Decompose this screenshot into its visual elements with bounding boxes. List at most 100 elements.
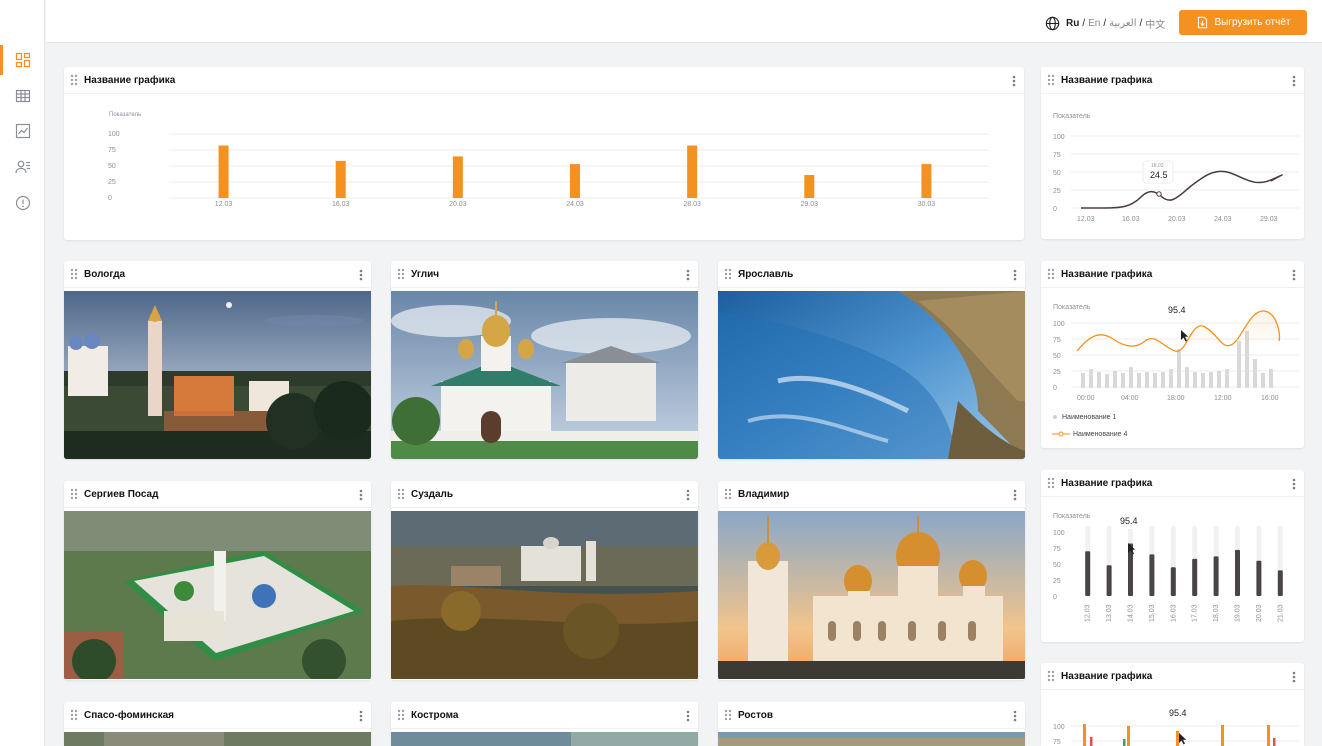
widget-vertical-bars: Название графика Показатель 100 75 50 25… [1041, 470, 1304, 642]
more-options-icon[interactable] [686, 269, 690, 281]
tooltip-value: 24.5 [1150, 170, 1168, 180]
drag-handle-icon[interactable] [397, 488, 405, 500]
more-options-icon[interactable] [359, 710, 363, 722]
globe-icon [1045, 16, 1060, 30]
sidebar-item-users[interactable] [0, 152, 45, 182]
more-options-icon[interactable] [1013, 269, 1017, 281]
export-report-button[interactable]: Выгрузить отчёт [1179, 10, 1307, 35]
card-title: Название графика [1061, 268, 1153, 280]
table-icon [15, 89, 30, 103]
y-tick: 50 [1053, 170, 1061, 177]
lang-ar[interactable]: العربية [1109, 18, 1136, 29]
card-header: Сергиев Посад [64, 481, 371, 508]
city-card-suzdal[interactable]: Суздаль [391, 481, 698, 680]
legend-marker [1053, 415, 1057, 419]
card-header: Название графика [1041, 470, 1304, 497]
sidebar-item-dashboard[interactable] [0, 45, 45, 75]
lang-ru[interactable]: Ru [1066, 18, 1079, 29]
drag-handle-icon[interactable] [724, 709, 732, 721]
hover-point[interactable] [1156, 191, 1162, 197]
y-tick: 100 [1053, 321, 1065, 328]
city-photo [391, 511, 698, 679]
tooltip: 18.03 24.5 [1142, 160, 1174, 184]
city-name: Спасо-фоминская [84, 709, 174, 721]
more-options-icon[interactable] [359, 489, 363, 501]
x-tick: 16.03 [1170, 604, 1177, 622]
y-ticks: 100 75 50 25 0 [1053, 134, 1065, 213]
city-card-kostroma[interactable]: Кострома [391, 702, 698, 746]
legend-label: Наименование 4 [1073, 431, 1127, 438]
widget-combo-chart: Название графика Показатель 100 75 50 25… [1041, 261, 1304, 448]
x-tick: 19.03 [1235, 604, 1242, 622]
widget-bars-partial: Название графика 100 75 95.4 [1041, 663, 1304, 746]
bar [1256, 560, 1262, 596]
tooltip-value: 95.4 [1169, 708, 1187, 718]
x-tick: 12.03 [215, 201, 233, 208]
more-options-icon[interactable] [359, 269, 363, 281]
drag-handle-icon[interactable] [1047, 670, 1055, 682]
main-bar-chart: Показатель 100 75 50 25 0 12.03 16.03 20.03 24.03… [108, 112, 989, 208]
more-options-icon[interactable] [1012, 75, 1016, 87]
more-options-icon[interactable] [1013, 489, 1017, 501]
card-header: Название графика [64, 67, 1024, 94]
more-options-icon[interactable] [1292, 75, 1296, 87]
city-card-rostov[interactable]: Ростов [718, 702, 1025, 746]
x-tick: 24.03 [1214, 216, 1232, 223]
x-tick: 00:00 [1077, 395, 1095, 402]
y-tick: 75 [108, 147, 116, 154]
drag-handle-icon[interactable] [70, 709, 78, 721]
drag-handle-icon[interactable] [70, 268, 78, 280]
combo-chart: Показатель 100 75 50 25 0 95.4 00:00 04:… [1052, 302, 1299, 438]
more-options-icon[interactable] [1292, 671, 1296, 683]
more-options-icon[interactable] [1013, 710, 1017, 722]
y-tick: 100 [108, 131, 120, 138]
city-photo [64, 511, 371, 679]
x-tick: 17.03 [1192, 604, 1199, 622]
city-card-yaroslavl[interactable]: Ярославль [718, 261, 1025, 459]
city-card-spaso-fominskaya[interactable]: Спасо-фоминская [64, 702, 371, 746]
drag-handle-icon[interactable] [70, 488, 78, 500]
y-tick: 100 [1053, 134, 1065, 141]
more-options-icon[interactable] [686, 710, 690, 722]
more-options-icon[interactable] [1292, 478, 1296, 490]
drag-handle-icon[interactable] [1047, 74, 1055, 86]
drag-handle-icon[interactable] [70, 74, 78, 86]
x-tick: 21.03 [1277, 604, 1284, 622]
x-tick: 12.03 [1077, 216, 1095, 223]
drag-handle-icon[interactable] [1047, 477, 1055, 489]
bar [1085, 551, 1091, 596]
city-card-vladimir[interactable]: Владимир [718, 481, 1025, 680]
sidebar-item-alerts[interactable] [0, 188, 45, 218]
drag-handle-icon[interactable] [724, 268, 732, 280]
x-tick: 20.03 [449, 201, 467, 208]
sidebar-item-table[interactable] [0, 81, 45, 111]
bar [1277, 570, 1283, 596]
lang-en[interactable]: En [1088, 18, 1100, 29]
card-title: Название графика [1061, 477, 1153, 489]
y-ticks: 100 75 50 25 0 [1053, 321, 1065, 392]
city-card-vologda[interactable]: Вологда [64, 261, 371, 459]
drag-handle-icon[interactable] [397, 709, 405, 721]
bar [1106, 565, 1112, 596]
x-tick: 04:00 [1121, 395, 1139, 402]
drag-handle-icon[interactable] [724, 488, 732, 500]
x-tick: 29.03 [1260, 216, 1278, 223]
y-tick: 25 [1053, 188, 1061, 195]
more-options-icon[interactable] [686, 489, 690, 501]
city-name: Углич [411, 268, 440, 280]
drag-handle-icon[interactable] [1047, 268, 1055, 280]
y-tick: 0 [1053, 594, 1057, 601]
card-title: Название графика [1061, 74, 1153, 86]
card-title: Название графика [1061, 670, 1153, 682]
y-tick: 75 [1053, 546, 1061, 553]
y-tick: 0 [1053, 385, 1057, 392]
lang-zh[interactable]: 中文 [1145, 16, 1165, 31]
y-tick: 75 [1053, 152, 1061, 159]
more-options-icon[interactable] [1292, 269, 1296, 281]
city-card-sergiev-posad[interactable]: Сергиев Посад [64, 481, 371, 680]
sidebar-item-analytics[interactable] [0, 116, 45, 146]
main-chart-card: Название графика Показатель 100 75 50 25 0 12.… [64, 67, 1024, 240]
gridlines [1071, 135, 1299, 209]
drag-handle-icon[interactable] [397, 268, 405, 280]
city-card-uglich[interactable]: Углич [391, 261, 698, 459]
